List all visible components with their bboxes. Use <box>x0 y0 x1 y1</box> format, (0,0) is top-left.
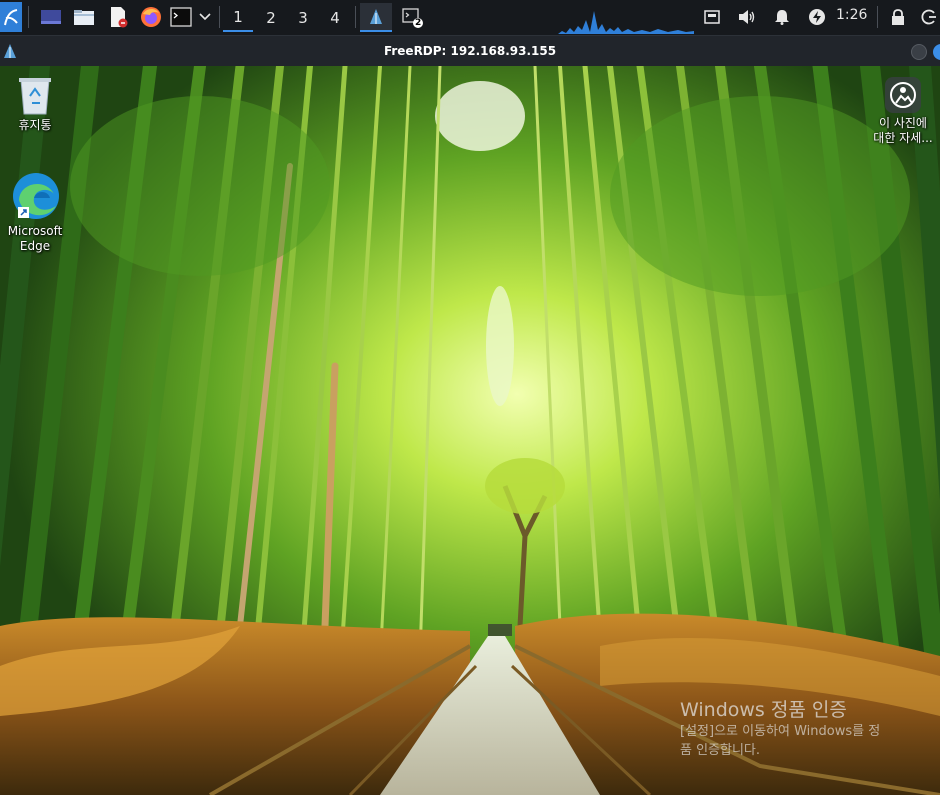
windows-activation-title: Windows 정품 인증 <box>680 699 847 721</box>
notification-bell-icon[interactable] <box>770 3 794 31</box>
volume-icon[interactable] <box>735 3 759 31</box>
chevron-down-icon[interactable] <box>196 3 214 31</box>
terminal-task-button[interactable]: 2 <box>397 3 427 31</box>
recycle-bin-label: 휴지통 <box>18 118 52 132</box>
recycle-bin-shortcut[interactable]: 휴지통 <box>0 74 70 133</box>
workspace-3-button[interactable]: 3 <box>288 3 318 32</box>
recycle-bin-icon <box>19 78 51 115</box>
remote-desktop[interactable]: 휴지통 Microsoft Edge 이 사진에 대한 자세... Window… <box>0 66 940 795</box>
activation-line1: [설정]으로 이동하여 Windows를 정 <box>680 724 881 739</box>
bamboo-forest-wallpaper <box>0 66 940 795</box>
taskbar-separator <box>355 6 356 28</box>
window-title-bar[interactable]: FreeRDP: 192.168.93.155 <box>0 35 940 67</box>
screen-icon[interactable] <box>700 3 724 31</box>
photo-info-label-line1: 이 사진에 <box>879 116 927 130</box>
edge-label-line1: Microsoft <box>7 224 63 238</box>
workspace-1-button[interactable]: 1 <box>223 3 253 32</box>
cpu-usage-graph <box>558 11 694 34</box>
workspace-label: 1 <box>233 7 243 26</box>
workspace-label: 4 <box>330 8 340 27</box>
clock[interactable]: 1:26 <box>836 7 867 23</box>
text-editor-icon[interactable] <box>104 3 132 31</box>
workspace-4-button[interactable]: 4 <box>320 3 350 32</box>
photo-info-label-line2: 대한 자세... <box>873 131 933 145</box>
learn-about-picture-shortcut[interactable]: 이 사진에 대한 자세... <box>868 76 938 146</box>
edge-label-line2: Edge <box>19 239 51 253</box>
power-status-icon[interactable] <box>805 3 829 31</box>
taskbar-separator <box>877 6 878 28</box>
minimize-button[interactable] <box>911 44 927 60</box>
terminal-icon[interactable] <box>168 3 194 31</box>
window-title: FreeRDP: 192.168.93.155 <box>383 44 557 58</box>
taskbar-separator <box>219 6 220 28</box>
top-taskbar: 1 2 3 4 2 1:26 <box>0 0 940 35</box>
edge-icon <box>13 173 59 219</box>
microsoft-edge-shortcut[interactable]: Microsoft Edge <box>0 170 70 254</box>
photo-info-icon <box>885 77 921 113</box>
windows-activation-message: [설정]으로 이동하여 Windows를 정 품 인증합니다. <box>680 722 930 760</box>
app-launcher-icon[interactable] <box>0 2 22 32</box>
lock-icon[interactable] <box>886 3 910 31</box>
freerdp-task-button[interactable] <box>360 3 392 32</box>
workspace-2-button[interactable]: 2 <box>256 3 286 32</box>
firefox-icon[interactable] <box>137 3 165 31</box>
file-manager-icon[interactable] <box>70 3 98 31</box>
workspace-label: 3 <box>298 8 308 27</box>
logout-icon[interactable] <box>918 3 940 31</box>
taskbar-separator <box>28 6 29 28</box>
show-desktop-icon[interactable] <box>37 3 65 31</box>
freerdp-icon <box>370 8 382 24</box>
workspace-label: 2 <box>266 8 276 27</box>
activation-line2: 품 인증합니다. <box>680 743 761 758</box>
terminal-count-badge: 2 <box>415 18 422 28</box>
